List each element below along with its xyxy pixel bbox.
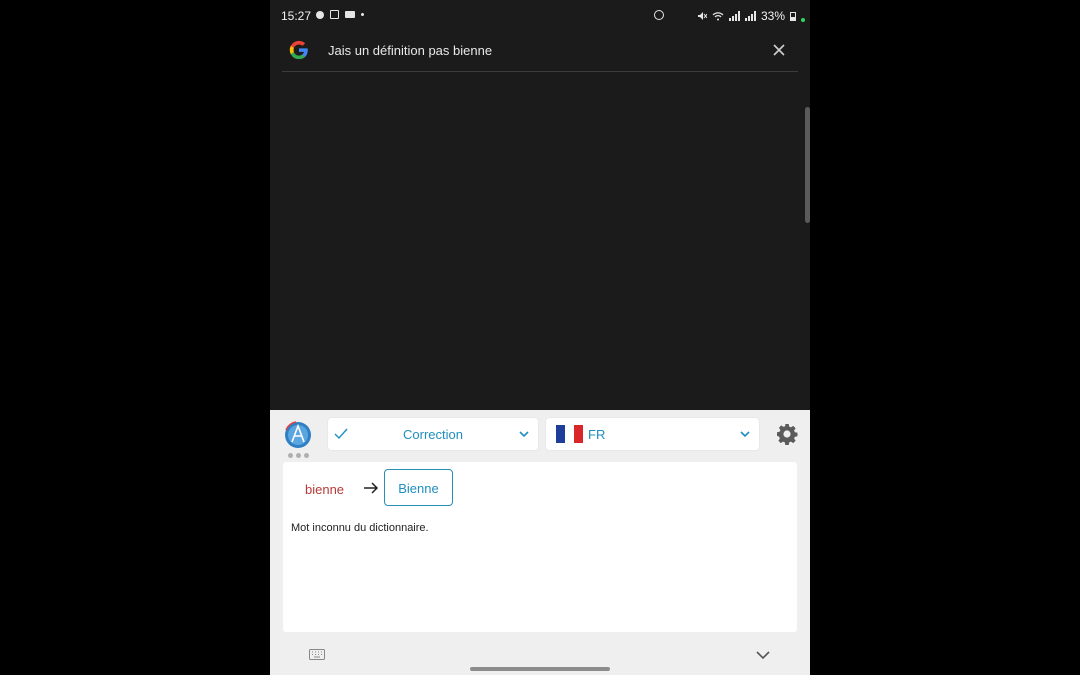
signal-icon (728, 11, 740, 21)
correction-message: Mot inconnu du dictionnaire. (291, 522, 429, 534)
keyboard-icon[interactable] (309, 649, 325, 660)
status-notification-icons (316, 10, 364, 19)
battery-icon (790, 12, 796, 21)
close-icon[interactable] (770, 41, 788, 59)
privacy-indicator-dot (801, 18, 805, 22)
status-system-icons: 33% (697, 9, 805, 23)
keyboard-panel: Correction FR bienne Bienne Mot inconnu … (270, 410, 810, 675)
status-bar: 15:27 33% (270, 0, 810, 32)
antidote-logo-icon[interactable] (283, 420, 313, 450)
arrow-right-icon (364, 482, 379, 494)
language-dropdown[interactable]: FR (546, 418, 759, 450)
mute-icon (697, 12, 707, 20)
language-label: FR (588, 427, 606, 442)
notification-icon (316, 10, 324, 19)
mode-label: Correction (403, 427, 463, 442)
alarm-icon (654, 10, 664, 20)
status-time: 15:27 (281, 9, 312, 23)
signal-icon-2 (744, 11, 756, 21)
more-options-dots[interactable] (288, 453, 309, 458)
hide-keyboard-chevron-icon[interactable] (756, 649, 770, 661)
wifi-icon (712, 12, 724, 21)
suggestion-button[interactable]: Bienne (384, 469, 453, 506)
original-word: bienne (305, 482, 345, 497)
phone-screen: 15:27 33% Jais un définition pas bienne … (270, 0, 810, 675)
gear-icon[interactable] (775, 422, 799, 446)
mode-dropdown[interactable]: Correction (328, 418, 538, 450)
scrollbar-handle[interactable] (805, 107, 810, 223)
correction-card: bienne Bienne Mot inconnu du dictionnair… (283, 462, 797, 632)
france-flag-icon (556, 425, 583, 443)
google-logo-icon (289, 40, 308, 60)
screenshot-icon (330, 10, 339, 19)
battery-percent: 33% (760, 9, 785, 23)
navigation-bar (270, 638, 810, 675)
chevron-down-icon (740, 431, 750, 438)
message-icon (345, 11, 355, 18)
search-query-text[interactable]: Jais un définition pas bienne (328, 43, 492, 58)
chevron-down-icon (519, 431, 529, 438)
home-indicator-bar[interactable] (470, 667, 610, 671)
search-bar[interactable]: Jais un définition pas bienne (282, 32, 798, 72)
more-notifications-dot (361, 13, 364, 16)
search-divider (282, 71, 798, 72)
